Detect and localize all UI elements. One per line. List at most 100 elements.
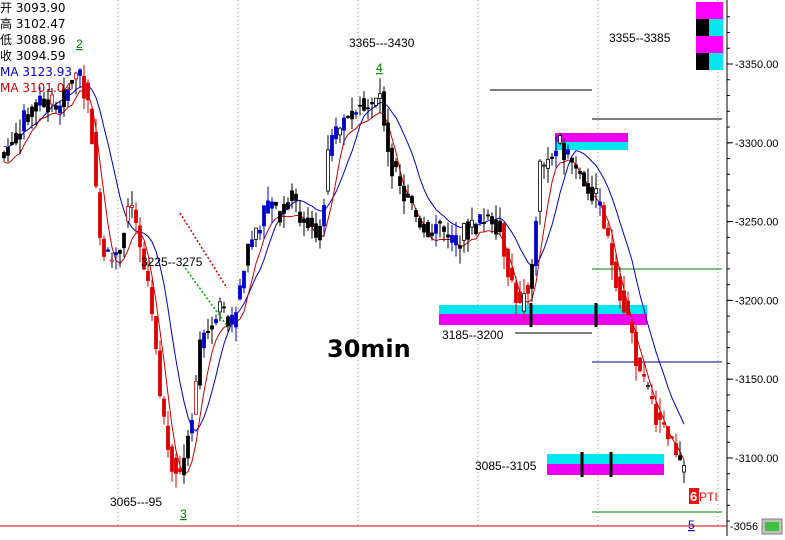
ma2-label: MA bbox=[0, 81, 19, 95]
candle-body bbox=[226, 316, 230, 327]
candle-body bbox=[22, 110, 26, 132]
scroll-handle-icon[interactable] bbox=[761, 518, 783, 535]
candle-body bbox=[490, 216, 494, 225]
wave-label: 4 bbox=[376, 61, 383, 75]
candle-body bbox=[670, 436, 674, 439]
price-range-label: 3355--3385 bbox=[609, 31, 671, 45]
price-range-label: 3085--3105 bbox=[475, 459, 537, 473]
candle-body bbox=[242, 270, 246, 289]
price-range-label: 3225--3275 bbox=[141, 255, 203, 269]
candle-body bbox=[394, 161, 398, 168]
candle-body bbox=[334, 126, 338, 140]
candle-body bbox=[434, 224, 438, 234]
candle-body bbox=[266, 200, 270, 214]
candle-body bbox=[482, 222, 486, 224]
wave-label: 2 bbox=[76, 37, 83, 51]
candle-body bbox=[330, 135, 334, 156]
candle-body bbox=[382, 91, 386, 126]
candle-body bbox=[530, 264, 534, 289]
y-tick-label: -3300.00 bbox=[735, 138, 778, 150]
candle-body bbox=[350, 110, 354, 120]
candle-body bbox=[282, 203, 286, 214]
candle-body bbox=[582, 172, 586, 187]
pti-label: PTI bbox=[699, 490, 718, 504]
high-label: 高 bbox=[0, 17, 13, 31]
open-value: 3093.90 bbox=[15, 1, 66, 15]
y-tick-label: -3200.00 bbox=[735, 295, 778, 307]
legend-square bbox=[709, 19, 723, 36]
close-value: 3094.59 bbox=[15, 49, 66, 63]
candle-body bbox=[126, 206, 130, 222]
candle-body bbox=[370, 102, 374, 105]
candle-body bbox=[342, 117, 346, 131]
candle-body bbox=[298, 211, 302, 223]
legend-square bbox=[696, 19, 709, 36]
candle-body bbox=[398, 176, 402, 186]
candle-body bbox=[354, 112, 358, 115]
candle-body bbox=[134, 209, 138, 223]
candle-body bbox=[138, 225, 142, 248]
wave-label: 5 bbox=[688, 518, 695, 532]
candle-body bbox=[290, 190, 294, 201]
candle-body bbox=[390, 147, 394, 177]
candle-body bbox=[658, 412, 662, 420]
candle-body bbox=[494, 219, 498, 235]
candle-body bbox=[130, 205, 134, 208]
candle-body bbox=[598, 201, 602, 206]
candle-body bbox=[238, 285, 242, 300]
candle-body bbox=[634, 331, 638, 367]
candle-body bbox=[170, 446, 174, 472]
close-row: 收 3094.59 bbox=[0, 48, 74, 64]
candle-body bbox=[122, 232, 126, 249]
candle-body bbox=[94, 131, 98, 187]
candle-body bbox=[306, 217, 310, 229]
candle-body bbox=[214, 319, 218, 324]
candle-body bbox=[462, 223, 466, 241]
candle-body bbox=[110, 259, 114, 262]
candle-body bbox=[438, 221, 442, 224]
close-label: 收 bbox=[0, 49, 13, 63]
candle-body bbox=[650, 395, 654, 400]
candle-body bbox=[414, 210, 418, 218]
candle-body bbox=[154, 316, 158, 350]
candle-body bbox=[78, 69, 82, 76]
price-range-label: 3185--3200 bbox=[442, 328, 504, 342]
candle-body bbox=[190, 420, 194, 434]
legend-square bbox=[709, 2, 723, 19]
candle-body bbox=[86, 82, 90, 101]
candle-body bbox=[610, 243, 614, 266]
candle-body bbox=[626, 300, 630, 316]
candle-body bbox=[546, 158, 550, 169]
pti-number: 6 bbox=[690, 489, 697, 504]
candle-body bbox=[230, 314, 234, 325]
low-row: 低 3088.96 bbox=[0, 32, 74, 48]
candle-body bbox=[590, 186, 594, 201]
candle-body bbox=[366, 107, 370, 110]
candle-body bbox=[14, 132, 18, 144]
candle-body bbox=[54, 105, 58, 110]
candle-body bbox=[418, 218, 422, 228]
candle-body bbox=[450, 235, 454, 243]
candle-body bbox=[550, 156, 554, 159]
legend-square bbox=[696, 36, 709, 53]
candle-body bbox=[406, 193, 410, 198]
candle-body bbox=[638, 357, 642, 372]
candle-body bbox=[498, 220, 502, 233]
candle-body bbox=[470, 219, 474, 228]
candle-body bbox=[18, 133, 22, 140]
candle-body bbox=[262, 205, 266, 227]
candle-body bbox=[502, 223, 506, 257]
candle-body bbox=[118, 249, 122, 254]
zone-box-cyan bbox=[547, 454, 664, 464]
candle-body bbox=[538, 160, 542, 212]
candle-body bbox=[586, 183, 590, 194]
y-tick-label: -3100.00 bbox=[735, 453, 778, 465]
timeframe-title: 30min bbox=[327, 335, 411, 363]
candle-body bbox=[218, 301, 222, 313]
candle-body bbox=[338, 127, 342, 136]
low-label: 低 bbox=[0, 33, 13, 47]
candle-body bbox=[606, 227, 610, 236]
ma2-row: MA 3101.04 bbox=[0, 80, 74, 96]
candle-body bbox=[594, 188, 598, 194]
legend-square bbox=[709, 53, 723, 70]
